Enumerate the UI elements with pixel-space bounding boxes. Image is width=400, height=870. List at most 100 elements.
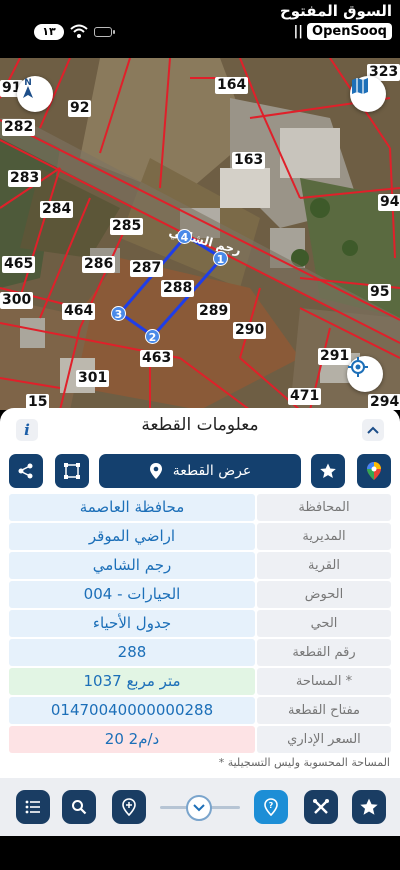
- screen: ١٣ السوق المفتوح || OpenSooq رجم الشامي …: [0, 0, 400, 870]
- battery-icon: [94, 27, 115, 37]
- select-area-button[interactable]: [55, 454, 89, 488]
- show-parcel-label: عرض القطعة: [172, 463, 252, 479]
- measure-tools-button[interactable]: [304, 790, 338, 824]
- parcel-label[interactable]: 463: [140, 350, 174, 367]
- detail-label: القرية: [257, 552, 391, 579]
- parcel-label[interactable]: 289: [197, 303, 231, 320]
- detail-row-directorate: اراضي الموقر المديرية: [9, 523, 391, 550]
- detail-row-village: رجم الشامي القرية: [9, 552, 391, 579]
- detail-row-neighborhood: جدول الأحياء الحي: [9, 610, 391, 637]
- panel-title: معلومات القطعة: [141, 415, 259, 435]
- parcel-label[interactable]: 163: [232, 152, 266, 169]
- tools-icon: [313, 799, 329, 814]
- open-in-maps-button[interactable]: [357, 454, 391, 488]
- parcel-info-panel: i معلومات القطعة عرض القطعة محافظة العاص…: [0, 408, 400, 870]
- parcel-label[interactable]: 285: [110, 218, 144, 235]
- search-icon: [72, 800, 87, 815]
- detail-label: المساحة *: [257, 668, 391, 695]
- parcel-label[interactable]: 95: [368, 284, 392, 301]
- detail-value: الحيارات - 004: [9, 581, 255, 608]
- parcel-label[interactable]: 282: [2, 119, 36, 136]
- help-button[interactable]: ?: [254, 790, 288, 824]
- parcel-label[interactable]: 94: [378, 194, 400, 211]
- brand-logo: السوق المفتوح || OpenSooq: [280, 2, 392, 40]
- action-bar: عرض القطعة: [9, 454, 391, 488]
- locate-icon[interactable]: [347, 356, 383, 392]
- parcel-label[interactable]: 283: [8, 170, 42, 187]
- detail-label: الحوض: [257, 581, 391, 608]
- area-footnote: * المساحة المحسوبة وليس التسجيلية: [218, 756, 390, 769]
- detail-row-governorate: محافظة العاصمة المحافظة: [9, 494, 391, 521]
- my-location-button[interactable]: [112, 790, 146, 824]
- detail-value: رجم الشامي: [9, 552, 255, 579]
- star-icon: [320, 463, 336, 478]
- vertex-marker[interactable]: 2: [145, 329, 160, 344]
- detail-value: اراضي الموقر: [9, 523, 255, 550]
- list-icon: [25, 800, 40, 814]
- brand-bars: ||: [293, 24, 304, 39]
- google-maps-icon: [367, 462, 381, 480]
- detail-label: المحافظة: [257, 494, 391, 521]
- detail-row-parcel-key: 01470040000000288 مفتاح القطعة: [9, 697, 391, 724]
- detail-value: جدول الأحياء: [9, 610, 255, 637]
- svg-text:?: ?: [269, 801, 274, 810]
- brand-english-name: OpenSooq: [307, 23, 392, 40]
- detail-label: المديرية: [257, 523, 391, 550]
- north-arrow-icon[interactable]: N: [17, 76, 53, 112]
- vertex-marker[interactable]: 3: [111, 306, 126, 321]
- detail-label: السعر الإداري: [257, 726, 391, 753]
- chevron-up-icon: [367, 426, 379, 434]
- parcel-map[interactable]: رجم الشامي 91 164 323 92 282 163 283 94 …: [0, 58, 400, 410]
- notification-badge: ١٣: [34, 24, 64, 40]
- parcel-label[interactable]: 464: [62, 303, 96, 320]
- bottom-toolbar: ?: [0, 778, 400, 836]
- detail-label: الحي: [257, 610, 391, 637]
- show-parcel-button[interactable]: عرض القطعة: [99, 454, 301, 488]
- parcel-label[interactable]: 288: [161, 280, 195, 297]
- detail-row-admin-price: 20 د/م2 السعر الإداري: [9, 726, 391, 753]
- brand-arabic-name: السوق المفتوح: [279, 2, 392, 20]
- parcel-label[interactable]: 465: [2, 256, 36, 273]
- detail-value: 20 د/م2: [9, 726, 255, 753]
- parcel-label[interactable]: 287: [130, 260, 164, 277]
- favorites-button[interactable]: [352, 790, 386, 824]
- parcel-label[interactable]: 300: [0, 292, 34, 309]
- crop-area-icon: [64, 463, 80, 479]
- parcel-details-table: محافظة العاصمة المحافظة اراضي الموقر الم…: [9, 494, 391, 755]
- share-icon: [18, 463, 33, 479]
- search-button[interactable]: [62, 790, 96, 824]
- detail-label: رقم القطعة: [257, 639, 391, 666]
- status-bar: ١٣ السوق المفتوح || OpenSooq: [0, 0, 400, 58]
- vertex-marker[interactable]: 4: [177, 229, 192, 244]
- detail-value: 01470040000000288: [9, 697, 255, 724]
- toolbar-slider-knob[interactable]: [186, 795, 212, 821]
- list-button[interactable]: [16, 790, 50, 824]
- parcel-label[interactable]: 92: [68, 100, 92, 117]
- parcel-label[interactable]: 164: [215, 77, 249, 94]
- vertex-marker[interactable]: 1: [213, 251, 228, 266]
- parcel-label[interactable]: 301: [76, 370, 110, 387]
- detail-value: 288: [9, 639, 255, 666]
- parcel-label[interactable]: 290: [233, 322, 267, 339]
- map-layers-icon[interactable]: [350, 76, 386, 112]
- wifi-icon: [70, 24, 88, 38]
- location-target-icon: [122, 798, 136, 816]
- location-pin-icon: [149, 463, 162, 479]
- detail-row-area: 1037 متر مربع المساحة *: [9, 668, 391, 695]
- detail-label: مفتاح القطعة: [257, 697, 391, 724]
- detail-value: 1037 متر مربع: [9, 668, 255, 695]
- parcel-label[interactable]: 471: [288, 388, 322, 405]
- parcel-label[interactable]: 284: [40, 201, 74, 218]
- detail-row-basin: الحيارات - 004 الحوض: [9, 581, 391, 608]
- favorite-button[interactable]: [311, 454, 345, 488]
- collapse-button[interactable]: [362, 419, 384, 441]
- detail-value: محافظة العاصمة: [9, 494, 255, 521]
- share-button[interactable]: [9, 454, 43, 488]
- panel-header: i معلومات القطعة: [0, 408, 400, 446]
- chevron-down-icon: [193, 804, 205, 812]
- help-pin-icon: ?: [264, 798, 278, 816]
- parcel-label[interactable]: 286: [82, 256, 116, 273]
- star-icon: [360, 798, 378, 815]
- detail-row-parcel-number: 288 رقم القطعة: [9, 639, 391, 666]
- home-indicator-area: [0, 836, 400, 870]
